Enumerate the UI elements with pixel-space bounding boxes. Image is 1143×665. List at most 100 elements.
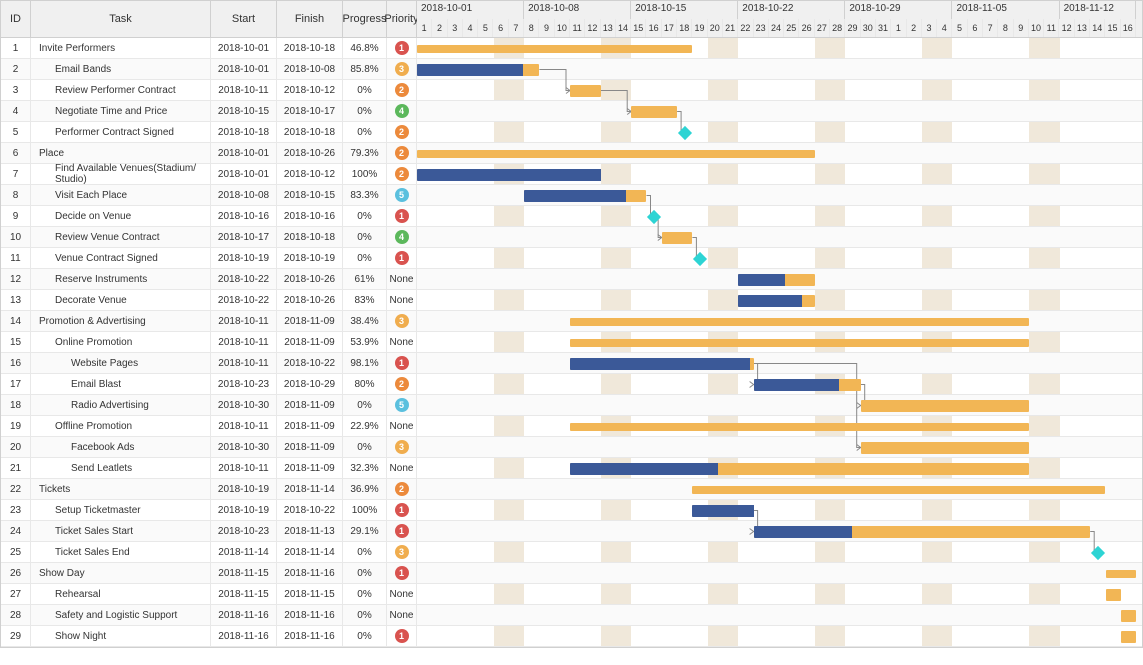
cell-progress: 0% <box>343 626 387 646</box>
priority-badge: 1 <box>395 41 409 55</box>
milestone-marker[interactable] <box>1091 545 1105 559</box>
gantt-bar[interactable] <box>417 150 815 158</box>
day-label: 3 <box>448 19 463 37</box>
col-start[interactable]: Start <box>211 1 277 37</box>
table-row[interactable]: 10Review Venue Contract2018-10-172018-10… <box>1 227 417 248</box>
gantt-bar[interactable] <box>1121 610 1136 622</box>
col-task[interactable]: Task <box>31 1 211 37</box>
gantt-bar[interactable] <box>570 318 1029 326</box>
col-finish[interactable]: Finish <box>277 1 343 37</box>
day-label: 17 <box>662 19 677 37</box>
table-row[interactable]: 12Reserve Instruments2018-10-222018-10-2… <box>1 269 417 290</box>
timeline-panel[interactable]: 2018-10-012018-10-082018-10-152018-10-22… <box>417 1 1142 647</box>
day-label: 15 <box>631 19 646 37</box>
cell-task: Email Blast <box>31 374 211 394</box>
cell-start: 2018-11-14 <box>211 542 277 562</box>
cell-progress: 0% <box>343 248 387 268</box>
cell-finish: 2018-10-17 <box>277 101 343 121</box>
cell-finish: 2018-11-16 <box>277 563 343 583</box>
cell-priority: 1 <box>387 38 417 58</box>
gantt-bar[interactable] <box>631 106 677 118</box>
table-row[interactable]: 6Place2018-10-012018-10-2679.3%2 <box>1 143 417 164</box>
table-row[interactable]: 1Invite Performers2018-10-012018-10-1846… <box>1 38 417 59</box>
cell-start: 2018-10-15 <box>211 101 277 121</box>
cell-progress: 29.1% <box>343 521 387 541</box>
cell-priority: 1 <box>387 626 417 646</box>
cell-task: Offline Promotion <box>31 416 211 436</box>
table-row[interactable]: 18Radio Advertising2018-10-302018-11-090… <box>1 395 417 416</box>
cell-finish: 2018-11-16 <box>277 626 343 646</box>
table-row[interactable]: 25Ticket Sales End2018-11-142018-11-140%… <box>1 542 417 563</box>
col-priority[interactable]: Priority <box>387 1 417 37</box>
day-label: 9 <box>1014 19 1029 37</box>
cell-task: Find Available Venues(Stadium/ Studio) <box>31 164 211 184</box>
gantt-bar[interactable] <box>692 486 1105 494</box>
day-label: 25 <box>784 19 799 37</box>
table-row[interactable]: 3Review Performer Contract2018-10-112018… <box>1 80 417 101</box>
cell-finish: 2018-10-12 <box>277 164 343 184</box>
gantt-bar[interactable] <box>570 85 601 97</box>
table-row[interactable]: 22Tickets2018-10-192018-11-1436.9%2 <box>1 479 417 500</box>
gantt-bar[interactable] <box>570 423 1029 431</box>
day-label: 12 <box>585 19 600 37</box>
table-row[interactable]: 9Decide on Venue2018-10-162018-10-160%1 <box>1 206 417 227</box>
timeline-row <box>417 164 1142 185</box>
day-label: 14 <box>1090 19 1105 37</box>
table-row[interactable]: 13Decorate Venue2018-10-222018-10-2683%N… <box>1 290 417 311</box>
gantt-bar[interactable] <box>1121 631 1136 643</box>
timeline-row <box>417 269 1142 290</box>
cell-start: 2018-10-30 <box>211 437 277 457</box>
cell-task: Promotion & Advertising <box>31 311 211 331</box>
priority-badge: 2 <box>395 125 409 139</box>
cell-progress: 46.8% <box>343 38 387 58</box>
cell-progress: 53.9% <box>343 332 387 352</box>
gantt-bar[interactable] <box>662 232 693 244</box>
timeline-row <box>417 626 1142 647</box>
week-label: 2018-10-22 <box>738 1 845 19</box>
table-row[interactable]: 24Ticket Sales Start2018-10-232018-11-13… <box>1 521 417 542</box>
table-row[interactable]: 26Show Day2018-11-152018-11-160%1 <box>1 563 417 584</box>
milestone-marker[interactable] <box>647 209 661 223</box>
table-row[interactable]: 29Show Night2018-11-162018-11-160%1 <box>1 626 417 647</box>
cell-start: 2018-10-19 <box>211 479 277 499</box>
gantt-bar[interactable] <box>570 339 1029 347</box>
col-progress[interactable]: Progress <box>343 1 387 37</box>
table-row[interactable]: 23Setup Ticketmaster2018-10-192018-10-22… <box>1 500 417 521</box>
table-row[interactable]: 7Find Available Venues(Stadium/ Studio)2… <box>1 164 417 185</box>
table-row[interactable]: 19Offline Promotion2018-10-112018-11-092… <box>1 416 417 437</box>
table-row[interactable]: 28Safety and Logistic Support2018-11-162… <box>1 605 417 626</box>
cell-start: 2018-10-01 <box>211 59 277 79</box>
gantt-bar[interactable] <box>417 45 692 53</box>
priority-badge: 3 <box>395 62 409 76</box>
cell-task: Email Bands <box>31 59 211 79</box>
cell-priority: None <box>387 290 417 310</box>
table-row[interactable]: 4Negotiate Time and Price2018-10-152018-… <box>1 101 417 122</box>
gantt-bar[interactable] <box>861 442 1029 454</box>
table-row[interactable]: 15Online Promotion2018-10-112018-11-0953… <box>1 332 417 353</box>
table-row[interactable]: 8Visit Each Place2018-10-082018-10-1583.… <box>1 185 417 206</box>
table-row[interactable]: 20Facebook Ads2018-10-302018-11-090%3 <box>1 437 417 458</box>
cell-id: 20 <box>1 437 31 457</box>
milestone-marker[interactable] <box>693 251 707 265</box>
priority-badge: 4 <box>395 230 409 244</box>
table-row[interactable]: 17Email Blast2018-10-232018-10-2980%2 <box>1 374 417 395</box>
col-id[interactable]: ID <box>1 1 31 37</box>
milestone-marker[interactable] <box>678 125 692 139</box>
cell-start: 2018-10-11 <box>211 332 277 352</box>
cell-id: 9 <box>1 206 31 226</box>
cell-start: 2018-10-30 <box>211 395 277 415</box>
table-row[interactable]: 11Venue Contract Signed2018-10-192018-10… <box>1 248 417 269</box>
table-row[interactable]: 5Performer Contract Signed2018-10-182018… <box>1 122 417 143</box>
table-row[interactable]: 2Email Bands2018-10-012018-10-0885.8%3 <box>1 59 417 80</box>
table-row[interactable]: 14Promotion & Advertising2018-10-112018-… <box>1 311 417 332</box>
cell-task: Tickets <box>31 479 211 499</box>
table-row[interactable]: 21Send Leatlets2018-10-112018-11-0932.3%… <box>1 458 417 479</box>
gantt-bar[interactable] <box>1106 570 1137 578</box>
cell-priority: None <box>387 458 417 478</box>
table-row[interactable]: 27Rehearsal2018-11-152018-11-150%None <box>1 584 417 605</box>
table-row[interactable]: 16Website Pages2018-10-112018-10-2298.1%… <box>1 353 417 374</box>
gantt-bar[interactable] <box>1106 589 1121 601</box>
cell-task: Show Night <box>31 626 211 646</box>
gantt-bar[interactable] <box>861 400 1029 412</box>
cell-id: 24 <box>1 521 31 541</box>
